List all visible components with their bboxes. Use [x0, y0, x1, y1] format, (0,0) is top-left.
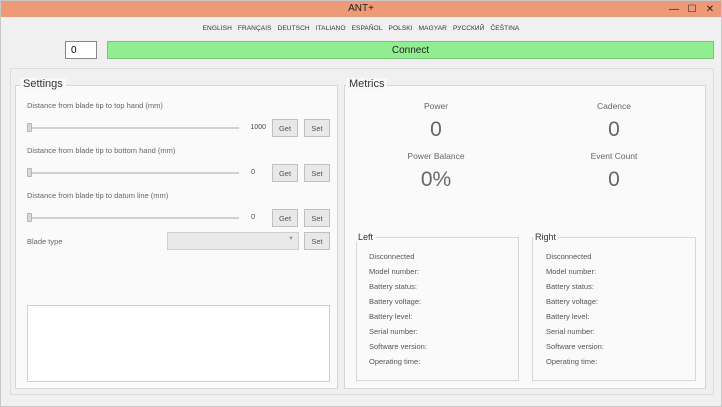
get-label: Get	[278, 123, 292, 133]
right-battery-level: Battery level:	[546, 312, 590, 321]
set-blade-type-button[interactable]: Set	[304, 232, 330, 250]
slider-top-hand-value: 1000	[250, 124, 266, 131]
blade-type-label: Blade type	[27, 237, 63, 246]
left-software-version: Software version:	[369, 342, 427, 351]
left-status: Disconnected	[369, 252, 415, 261]
lang-polski[interactable]: POLSKI	[389, 25, 413, 37]
slider-datum-line-value: 0	[251, 214, 255, 221]
metrics-title: Metrics	[346, 78, 388, 90]
left-operating-time: Operating time:	[369, 357, 421, 366]
left-battery-voltage: Battery voltage:	[369, 297, 422, 306]
cadence-label: Cadence	[596, 101, 632, 111]
right-software-version: Software version:	[546, 342, 604, 351]
left-battery-status: Battery status:	[369, 282, 417, 291]
window-title: ANT+	[348, 3, 374, 14]
set-label: Set	[311, 236, 323, 246]
slider-top-hand-label: Distance from blade tip to top hand (mm)	[27, 101, 163, 110]
language-bar: ENGLISH FRANÇAIS DEUTSCH ITALIANO ESPAÑO…	[1, 25, 721, 37]
get-top-hand-button[interactable]: Get	[272, 119, 298, 137]
event-count-value: 0	[608, 168, 620, 191]
power-balance-label: Power Balance	[407, 151, 465, 161]
right-sensor-title: Right	[533, 232, 559, 242]
get-label: Get	[278, 213, 292, 223]
close-button[interactable]: ✕	[701, 1, 719, 17]
right-model-number: Model number:	[546, 267, 597, 276]
get-label: Get	[278, 168, 292, 178]
app-window: ANT+ — ☐ ✕ ENGLISH FRANÇAIS DEUTSCH ITAL…	[0, 0, 722, 407]
log-textbox[interactable]	[27, 305, 330, 382]
maximize-icon: ☐	[687, 3, 697, 15]
minimize-button[interactable]: —	[665, 1, 683, 17]
slider-datum-line-track[interactable]	[27, 217, 239, 219]
minimize-icon: —	[669, 3, 679, 15]
right-battery-status: Battery status:	[546, 282, 594, 291]
event-count-label: Event Count	[590, 151, 638, 161]
set-label: Set	[311, 168, 323, 178]
close-icon: ✕	[705, 3, 715, 15]
right-battery-voltage: Battery voltage:	[546, 297, 599, 306]
set-top-hand-button[interactable]: Set	[304, 119, 330, 137]
slider-bottom-hand-track[interactable]	[27, 172, 239, 174]
lang-espanol[interactable]: ESPAÑOL	[352, 25, 383, 37]
lang-deutsch[interactable]: DEUTSCH	[278, 25, 310, 37]
cadence-value: 0	[608, 118, 620, 141]
blade-type-select[interactable]: ▼	[167, 232, 299, 250]
right-status: Disconnected	[546, 252, 592, 261]
lang-italiano[interactable]: ITALIANO	[316, 25, 346, 37]
left-model-number: Model number:	[369, 267, 420, 276]
set-datum-line-button[interactable]: Set	[304, 209, 330, 227]
power-value: 0	[430, 118, 442, 141]
connect-button[interactable]: Connect	[107, 41, 714, 59]
slider-bottom-hand-value: 0	[251, 169, 255, 176]
slider-bottom-hand-label: Distance from blade tip to bottom hand (…	[27, 146, 176, 155]
slider-datum-line-thumb[interactable]	[27, 213, 32, 222]
lang-cestina[interactable]: ČEŠTINA	[490, 25, 519, 37]
connect-button-label: Connect	[391, 44, 430, 56]
left-sensor-title: Left	[356, 232, 376, 242]
settings-title: Settings	[20, 78, 66, 90]
power-balance-value: 0%	[420, 168, 452, 191]
power-label: Power	[423, 101, 449, 111]
left-serial-number: Serial number:	[369, 327, 418, 336]
lang-english[interactable]: ENGLISH	[203, 25, 232, 37]
set-label: Set	[311, 213, 323, 223]
slider-top-hand-track[interactable]	[27, 127, 239, 129]
device-id-input[interactable]	[65, 41, 97, 59]
get-bottom-hand-button[interactable]: Get	[272, 164, 298, 182]
slider-datum-line-label: Distance from blade tip to datum line (m…	[27, 191, 169, 200]
set-label: Set	[311, 123, 323, 133]
slider-top-hand-thumb[interactable]	[27, 123, 32, 132]
title-bar[interactable]: ANT+ — ☐ ✕	[1, 1, 721, 17]
maximize-button[interactable]: ☐	[683, 1, 701, 17]
lang-russian[interactable]: РУССКИЙ	[453, 25, 485, 37]
left-battery-level: Battery level:	[369, 312, 413, 321]
lang-magyar[interactable]: MAGYAR	[419, 25, 447, 37]
chevron-down-icon: ▼	[288, 236, 294, 242]
right-serial-number: Serial number:	[546, 327, 595, 336]
get-datum-line-button[interactable]: Get	[272, 209, 298, 227]
lang-francais[interactable]: FRANÇAIS	[238, 25, 272, 37]
set-bottom-hand-button[interactable]: Set	[304, 164, 330, 182]
right-operating-time: Operating time:	[546, 357, 598, 366]
slider-bottom-hand-thumb[interactable]	[27, 168, 32, 177]
